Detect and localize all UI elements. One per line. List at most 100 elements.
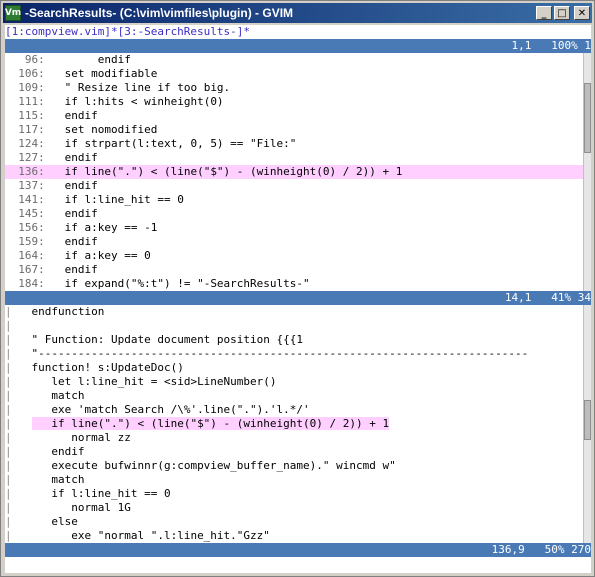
- source-line[interactable]: | match: [5, 389, 591, 403]
- result-line[interactable]: 115: endif: [5, 109, 591, 123]
- result-code: if l:hits < winheight(0): [44, 95, 224, 108]
- fold-column: |: [5, 473, 32, 486]
- fold-column: |: [5, 347, 32, 360]
- source-line[interactable]: | execute bufwinnr(g:compview_buffer_nam…: [5, 459, 591, 473]
- source-scroll-thumb[interactable]: [584, 400, 591, 440]
- source-status-left: C:\vim\vimfiles\plugin\compview.vim [vim…: [44, 557, 357, 570]
- source-line[interactable]: | else: [5, 515, 591, 529]
- result-code: set nomodified: [44, 123, 158, 136]
- editor-area[interactable]: [1:compview.vim]*[3:-SearchResults-]* -M…: [5, 25, 591, 573]
- result-line-number: 115:: [5, 109, 45, 122]
- source-status-line: C:\vim\vimfiles\plugin\compview.vim [vim…: [5, 543, 591, 570]
- vim-icon[interactable]: Vm: [5, 5, 21, 21]
- result-line[interactable]: 145: endif: [5, 207, 591, 221]
- source-code: if line(".") < (line("$") - (winheight(0…: [31, 417, 390, 430]
- source-line[interactable]: | function! s:UpdateDoc(): [5, 361, 591, 375]
- result-line-number: 137:: [5, 179, 45, 192]
- fold-column: |: [5, 375, 32, 388]
- source-line[interactable]: | if line(".") < (line("$") - (winheight…: [5, 417, 591, 431]
- fold-column: |: [5, 361, 32, 374]
- fold-column: |: [5, 333, 32, 346]
- source-scrollbar[interactable]: [583, 305, 591, 543]
- source-line[interactable]: | normal 1G: [5, 501, 591, 515]
- gvim-window: Vm -SearchResults- (C:\vim\vimfiles\plug…: [0, 0, 595, 577]
- result-code: endif: [44, 207, 98, 220]
- fold-column: |: [5, 389, 32, 402]
- result-line[interactable]: 159: endif: [5, 235, 591, 249]
- source-line[interactable]: | if l:line_hit == 0: [5, 487, 591, 501]
- results-status-right: 14,1 41% 34: [504, 291, 591, 304]
- source-code: match: [31, 389, 85, 402]
- result-code: endif: [44, 263, 98, 276]
- result-line-number: 164:: [5, 249, 45, 262]
- result-line[interactable]: 164: if a:key == 0: [5, 249, 591, 263]
- result-line-number: 141:: [5, 193, 45, 206]
- minimize-button[interactable]: _: [536, 6, 552, 20]
- result-line[interactable]: 127: endif: [5, 151, 591, 165]
- source-list[interactable]: | endfunction | | " Function: Update docu…: [5, 305, 591, 543]
- fold-column: |: [5, 501, 32, 514]
- source-line[interactable]: | match: [5, 473, 591, 487]
- result-line-number: 106:: [5, 67, 45, 80]
- result-line-number: 159:: [5, 235, 45, 248]
- result-line[interactable]: 117: set nomodified: [5, 123, 591, 137]
- fold-column: |: [5, 529, 32, 542]
- minibuf-status-line: -MiniBufExplorer- [dos][-] 1,1 100% 1: [5, 39, 591, 66]
- source-code: endif: [31, 445, 85, 458]
- source-line[interactable]: | normal zz: [5, 431, 591, 445]
- minibuf-status-right: 1,1 100% 1: [511, 39, 591, 52]
- title-bar[interactable]: Vm -SearchResults- (C:\vim\vimfiles\plug…: [3, 3, 592, 23]
- result-code: endif: [44, 53, 131, 66]
- source-line[interactable]: |: [5, 319, 591, 333]
- result-line[interactable]: 136: if line(".") < (line("$") - (winhei…: [5, 165, 591, 179]
- fold-column: |: [5, 445, 32, 458]
- result-line[interactable]: 124: if strpart(l:text, 0, 5) == "File:": [5, 137, 591, 151]
- results-scrollbar[interactable]: [583, 53, 591, 305]
- source-code: let l:line_hit = <sid>LineNumber(): [31, 375, 277, 388]
- result-line[interactable]: 156: if a:key == -1: [5, 221, 591, 235]
- result-line[interactable]: 111: if l:hits < winheight(0): [5, 95, 591, 109]
- source-line[interactable]: | " Function: Update document position {…: [5, 333, 591, 347]
- result-line[interactable]: 109: " Resize line if too big.: [5, 81, 591, 95]
- source-pane[interactable]: | endfunction | | " Function: Update docu…: [5, 305, 591, 543]
- result-line[interactable]: 137: endif: [5, 179, 591, 193]
- source-code: exe "normal ".l:line_hit."Gzz": [31, 529, 270, 542]
- result-line[interactable]: 167: endif: [5, 263, 591, 277]
- result-code: endif: [44, 109, 98, 122]
- result-line[interactable]: 184: if expand("%:t") != "-SearchResults…: [5, 277, 591, 291]
- source-code: normal zz: [31, 431, 131, 444]
- source-line[interactable]: | endfunction: [5, 305, 591, 319]
- result-line-number: 96:: [5, 53, 45, 66]
- result-line-number: 167:: [5, 263, 45, 276]
- source-line[interactable]: | endif: [5, 445, 591, 459]
- source-line[interactable]: | exe 'match Search /\%'.line(".").'l.*/…: [5, 403, 591, 417]
- result-line-number: 156:: [5, 221, 45, 234]
- maximize-button[interactable]: □: [554, 6, 570, 20]
- tabline[interactable]: [1:compview.vim]*[3:-SearchResults-]*: [5, 25, 591, 39]
- fold-column: |: [5, 403, 32, 416]
- close-button[interactable]: ✕: [574, 6, 590, 20]
- result-line[interactable]: 141: if l:line_hit == 0: [5, 193, 591, 207]
- source-line[interactable]: | let l:line_hit = <sid>LineNumber(): [5, 375, 591, 389]
- source-line[interactable]: | exe "normal ".l:line_hit."Gzz": [5, 529, 591, 543]
- source-status-right: 136,9 50% 270: [491, 543, 591, 556]
- source-line[interactable]: | "-------------------------------------…: [5, 347, 591, 361]
- result-code: if expand("%:t") != "-SearchResults-": [44, 277, 310, 290]
- result-line[interactable]: 96: endif: [5, 53, 591, 67]
- result-line-number: 145:: [5, 207, 45, 220]
- window-title: -SearchResults- (C:\vim\vimfiles\plugin)…: [25, 6, 294, 20]
- result-code: endif: [44, 179, 98, 192]
- source-code: if l:line_hit == 0: [31, 487, 171, 500]
- result-line-number: 184:: [5, 277, 45, 290]
- source-code: exe 'match Search /\%'.line(".").'l.*/': [31, 403, 310, 416]
- result-line[interactable]: 106: set modifiable: [5, 67, 591, 81]
- search-results-pane[interactable]: 96: endif 106: set modifiable 109: " Res…: [5, 53, 591, 305]
- result-line-number: 136:: [5, 165, 45, 178]
- result-line-number: 117:: [5, 123, 45, 136]
- fold-column: |: [5, 459, 32, 472]
- source-code: endfunction: [31, 305, 105, 318]
- source-code: execute bufwinnr(g:compview_buffer_name)…: [31, 459, 396, 472]
- results-scroll-thumb[interactable]: [584, 83, 591, 153]
- results-list[interactable]: 96: endif 106: set modifiable 109: " Res…: [5, 53, 591, 291]
- fold-column: |: [5, 305, 32, 318]
